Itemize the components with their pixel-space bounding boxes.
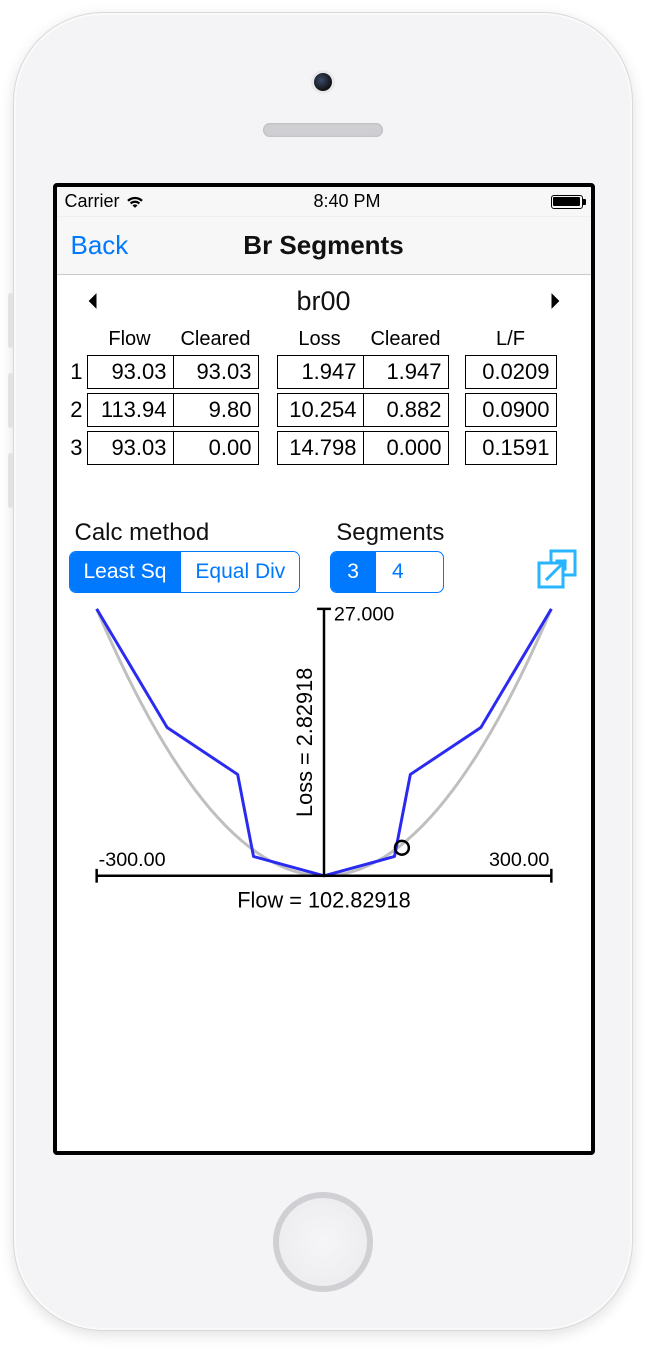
col-cleared1: Cleared — [173, 327, 259, 351]
svg-text:Flow = 102.82918: Flow = 102.82918 — [237, 887, 410, 912]
carrier-label: Carrier — [65, 191, 120, 212]
row-index: 2 — [67, 397, 83, 423]
cell-lf[interactable]: 0.1591 — [465, 431, 557, 465]
expand-chart-button[interactable] — [535, 547, 579, 591]
cell-cleared2[interactable]: 1.947 — [363, 355, 449, 389]
back-button[interactable]: Back — [71, 230, 129, 261]
chevron-right-icon — [549, 292, 563, 310]
cell-flow[interactable]: 93.03 — [87, 431, 173, 465]
screen: Carrier 8:40 PM Back Br Segments — [53, 183, 595, 1155]
col-cleared2: Cleared — [363, 327, 449, 351]
loss-flow-chart: -300.00 300.00 27.000 Loss = 2.82918 Flow = … — [67, 599, 581, 925]
cell-loss[interactable]: 1.947 — [277, 355, 363, 389]
cell-loss[interactable]: 10.254 — [277, 393, 363, 427]
cell-loss[interactable]: 14.798 — [277, 431, 363, 465]
nav-bar: Back Br Segments — [57, 217, 591, 275]
phone-speaker — [263, 123, 383, 137]
calc-method-segmented[interactable]: Least Sq Equal Div — [69, 551, 301, 593]
segments-label: Segments — [330, 519, 444, 547]
table-row: 1 93.03 93.03 1.947 1.947 0.0209 — [67, 355, 581, 389]
segments-4[interactable]: 4 — [375, 552, 420, 592]
wifi-icon — [126, 195, 144, 209]
battery-icon — [551, 195, 583, 209]
cell-lf[interactable]: 0.0209 — [465, 355, 557, 389]
cell-cleared1[interactable]: 9.80 — [173, 393, 259, 427]
chart[interactable]: -300.00 300.00 27.000 Loss = 2.82918 Flow = … — [67, 599, 581, 925]
calc-method-least-sq[interactable]: Least Sq — [70, 552, 181, 592]
cell-cleared1[interactable]: 93.03 — [173, 355, 259, 389]
phone-camera — [314, 73, 332, 91]
expand-icon — [535, 547, 579, 591]
cell-lf[interactable]: 0.0900 — [465, 393, 557, 427]
svg-text:27.000: 27.000 — [333, 604, 393, 626]
home-button[interactable] — [273, 1192, 373, 1292]
content: br00 Flow Cleared Loss Cleared L/F — [57, 275, 591, 1151]
segments-3[interactable]: 3 — [331, 552, 375, 592]
svg-text:Loss = 2.82918: Loss = 2.82918 — [292, 668, 317, 817]
table-row: 3 93.03 0.00 14.798 0.000 0.1591 — [67, 431, 581, 465]
cell-cleared2[interactable]: 0.000 — [363, 431, 449, 465]
controls-row: Calc method Least Sq Equal Div Segments … — [67, 519, 581, 593]
status-time: 8:40 PM — [313, 191, 380, 212]
status-bar: Carrier 8:40 PM — [57, 187, 591, 217]
cell-flow[interactable]: 113.94 — [87, 393, 173, 427]
chevron-left-icon — [85, 292, 99, 310]
phone-frame: Carrier 8:40 PM Back Br Segments — [13, 12, 633, 1331]
next-branch-button[interactable] — [541, 281, 571, 321]
branch-name: br00 — [296, 286, 350, 317]
cell-flow[interactable]: 93.03 — [87, 355, 173, 389]
segments-segmented[interactable]: 3 4 — [330, 551, 444, 593]
prev-branch-button[interactable] — [77, 281, 107, 321]
row-index: 3 — [67, 435, 83, 461]
svg-text:300.00: 300.00 — [488, 849, 548, 871]
cell-cleared1[interactable]: 0.00 — [173, 431, 259, 465]
branch-selector: br00 — [67, 281, 581, 321]
svg-text:-300.00: -300.00 — [98, 849, 165, 871]
segments-table: Flow Cleared Loss Cleared L/F 1 93.03 93… — [67, 327, 581, 465]
cell-cleared2[interactable]: 0.882 — [363, 393, 449, 427]
col-flow: Flow — [87, 327, 173, 351]
calc-method-equal-div[interactable]: Equal Div — [180, 552, 299, 592]
col-lf: L/F — [465, 327, 557, 351]
page-title: Br Segments — [57, 230, 591, 261]
row-index: 1 — [67, 359, 83, 385]
col-loss: Loss — [277, 327, 363, 351]
table-row: 2 113.94 9.80 10.254 0.882 0.0900 — [67, 393, 581, 427]
calc-method-label: Calc method — [69, 519, 301, 547]
